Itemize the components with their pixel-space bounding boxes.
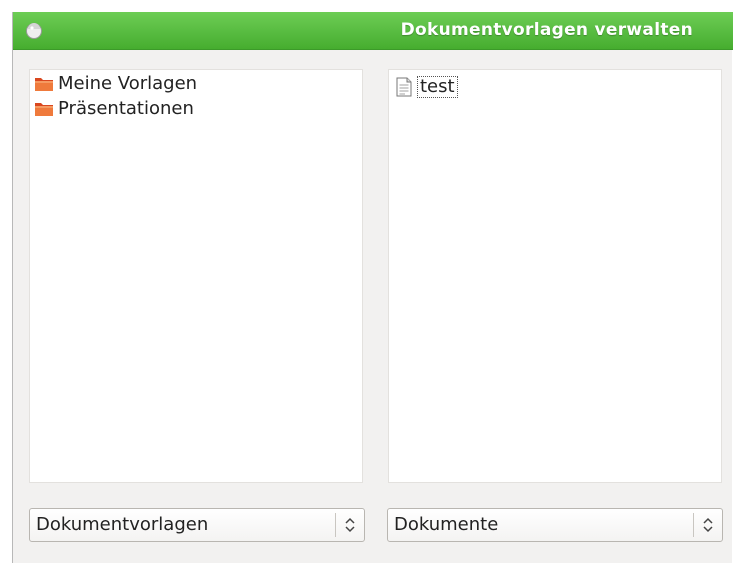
folder-icon	[35, 77, 53, 91]
folder-icon	[35, 102, 53, 116]
list-item-test[interactable]: test	[395, 75, 458, 99]
updown-arrow-icon[interactable]	[343, 517, 357, 533]
template-categories-list[interactable]: Meine Vorlagen Präsentationen	[29, 69, 363, 483]
category-select[interactable]: Dokumentvorlagen	[29, 508, 365, 542]
document-source-select[interactable]: Dokumente	[387, 508, 723, 542]
combo-divider	[693, 513, 694, 537]
list-item-praesentationen[interactable]: Präsentationen	[34, 97, 194, 119]
document-source-select-value: Dokumente	[394, 514, 499, 535]
combo-divider	[335, 513, 336, 537]
updown-arrow-icon[interactable]	[701, 517, 715, 533]
title-bar[interactable]: Dokumentvorlagen verwalten	[13, 12, 733, 50]
list-item-label: test	[417, 76, 458, 98]
window-title: Dokumentvorlagen verwalten	[400, 20, 693, 40]
list-item-label: Meine Vorlagen	[58, 72, 198, 94]
category-select-value: Dokumentvorlagen	[36, 514, 209, 535]
list-item-label: Präsentationen	[58, 97, 194, 119]
templates-list[interactable]: test	[388, 69, 722, 483]
window-menu-icon[interactable]	[25, 22, 43, 40]
list-item-meine-vorlagen[interactable]: Meine Vorlagen	[34, 72, 197, 94]
manage-templates-dialog: Dokumentvorlagen verwalten Meine Vorlage…	[12, 12, 733, 563]
document-icon	[396, 77, 412, 97]
